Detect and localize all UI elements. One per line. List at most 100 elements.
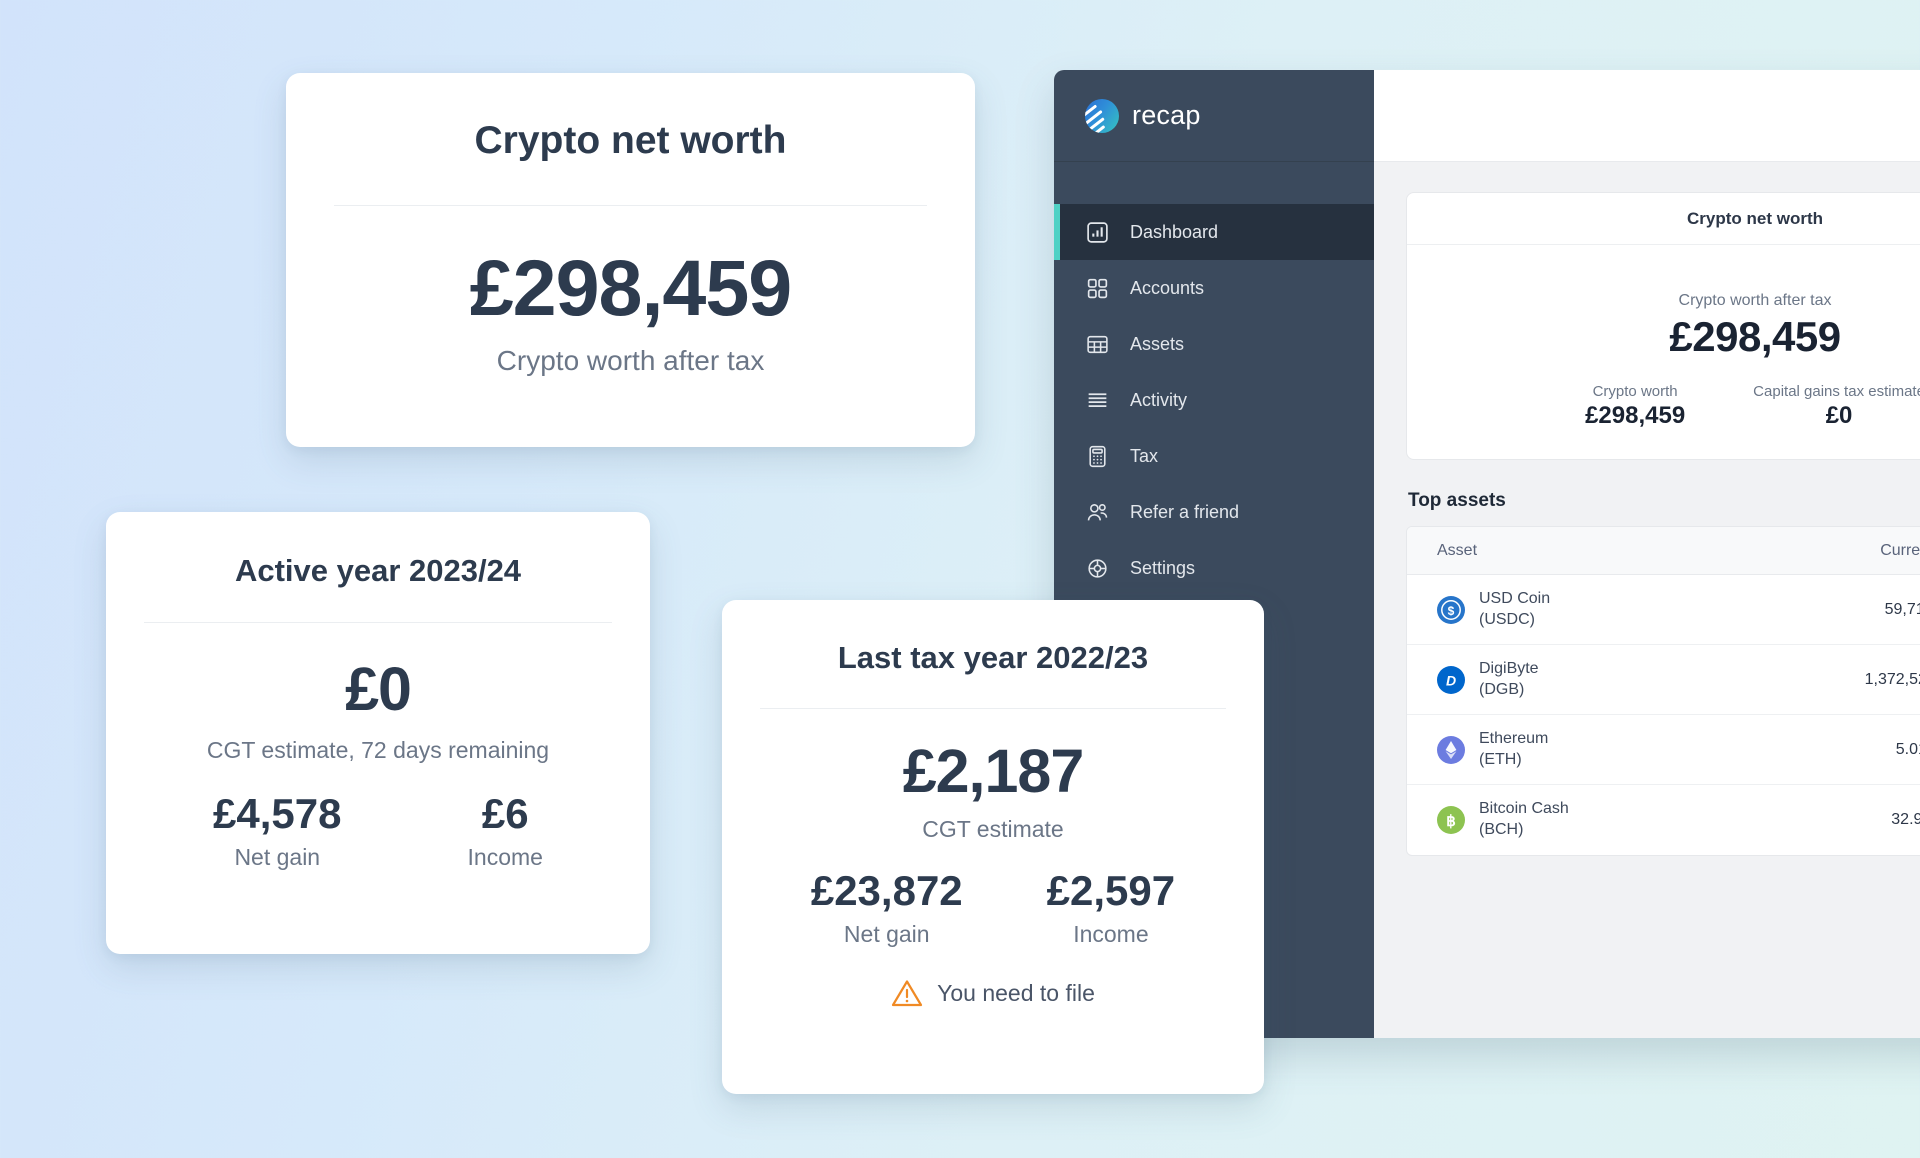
sidebar-item-label: Assets	[1130, 333, 1185, 354]
top-assets-title: Top assets	[1408, 490, 1506, 511]
asset-name: Ethereum (ETH)	[1479, 729, 1549, 768]
usdc-coin-icon: $	[1437, 595, 1465, 624]
card-title: Crypto net worth	[474, 119, 787, 162]
table-row[interactable]: D DigiByte (DGB) 1,372,527.00000000	[1407, 645, 1920, 715]
stat-capital-gains-tax: Capital gains tax estimate £0	[1753, 383, 1920, 430]
file-warning: You need to file	[722, 978, 1264, 1008]
stat-label: Income	[467, 844, 543, 870]
table-icon	[1085, 332, 1110, 357]
sidebar-item-dashboard[interactable]: Dashboard	[1054, 204, 1374, 260]
card-value: £0	[345, 655, 412, 723]
asset-name: DigiByte (DGB)	[1479, 659, 1539, 698]
stat-value: £4,578	[213, 790, 342, 837]
card-body: £0 CGT estimate, 72 days remaining £4,57…	[106, 623, 650, 871]
sidebar-item-refer-a-friend[interactable]: Refer a friend	[1054, 484, 1374, 540]
stat-value: £23,872	[810, 867, 963, 914]
svg-text:D: D	[1446, 672, 1456, 688]
sidebar-item-label: Tax	[1130, 445, 1159, 466]
stat-value: £0	[1825, 402, 1853, 429]
calculator-icon	[1085, 444, 1110, 469]
stat-income: £2,597 Income	[1047, 867, 1175, 948]
brand-name: recap	[1132, 100, 1201, 130]
balance-cell: 1,372,527.00000000	[1864, 670, 1920, 688]
asset-cell: $ USD Coin (USDC)	[1407, 589, 1773, 631]
card-title: Last tax year 2022/23	[837, 640, 1149, 675]
card-subtitle: CGT estimate	[922, 816, 1064, 842]
sidebar-item-settings[interactable]: Settings	[1054, 540, 1374, 596]
card-stats: £23,872 Net gain £2,597 Income	[722, 867, 1264, 948]
floating-card-crypto-net-worth: Crypto net worth £298,459 Crypto worth a…	[286, 73, 975, 447]
stat-net-gain: £23,872 Net gain	[811, 867, 963, 948]
card-subtitle: Crypto worth after tax	[496, 345, 765, 376]
stat-label: Net gain	[843, 921, 930, 947]
table-row[interactable]: Ethereum (ETH) 5.01767078	[1407, 715, 1920, 785]
asset-cell: D DigiByte (DGB)	[1407, 659, 1773, 701]
card-stats: £4,578 Net gain £6 Income	[106, 790, 650, 871]
asset-cell: Ethereum (ETH)	[1407, 729, 1773, 771]
digibyte-coin-icon: D	[1437, 665, 1465, 694]
sidebar-item-label: Accounts	[1130, 277, 1205, 298]
column-header-current-balance: Current Balance	[1880, 541, 1920, 559]
svg-text:$: $	[1448, 604, 1455, 618]
ethereum-coin-icon	[1437, 735, 1465, 764]
gear-icon	[1085, 556, 1110, 581]
card-value: £2,187	[902, 737, 1085, 805]
asset-cell: ฿ Bitcoin Cash (BCH)	[1407, 799, 1773, 841]
panel-title: Crypto net worth	[1687, 208, 1823, 228]
stat-value: £6	[481, 790, 529, 837]
balance-cell: 59,717.940537	[1884, 600, 1920, 618]
content-area: Crypto net worth Crypto worth after tax	[1374, 70, 1920, 1038]
brand-logo[interactable]: recap	[1054, 70, 1374, 162]
panel-header: Crypto net worth	[1407, 193, 1920, 245]
warning-text: You need to file	[937, 979, 1095, 1006]
crypto-net-worth-panel: Crypto net worth Crypto worth after tax	[1406, 192, 1920, 460]
panel-stats: Crypto worth £298,459 Capital gains tax …	[1407, 383, 1920, 430]
stat-label: Net gain	[234, 844, 321, 870]
card-title: Active year 2023/24	[234, 553, 522, 588]
stat-label: Capital gains tax estimate	[1753, 383, 1920, 400]
balance-cell: 32.96300000	[1891, 811, 1920, 828]
stat-value: £2,597	[1046, 867, 1176, 914]
card-value: £298,459	[469, 243, 793, 332]
card-body: £298,459 Crypto worth after tax	[286, 206, 975, 377]
sidebar-item-label: Dashboard	[1130, 221, 1219, 242]
sidebar-item-label: Settings	[1130, 557, 1196, 578]
list-lines-icon	[1085, 388, 1110, 413]
floating-card-active-year: Active year 2023/24 £0 CGT estimate, 72 …	[106, 512, 650, 954]
floating-card-last-tax-year: Last tax year 2022/23 £2,187 CGT estimat…	[722, 600, 1264, 1094]
stat-value: £298,459	[1585, 402, 1686, 429]
stat-income: £6 Income	[468, 790, 543, 871]
sidebar-item-accounts[interactable]: Accounts	[1054, 260, 1374, 316]
table-row[interactable]: ฿ Bitcoin Cash (BCH) 32.96300000	[1407, 785, 1920, 855]
sidebar-item-tax[interactable]: Tax	[1054, 428, 1374, 484]
stat-net-gain: £4,578 Net gain	[213, 790, 341, 871]
after-tax-value: £298,459	[1669, 313, 1841, 360]
content-topbar	[1374, 70, 1920, 162]
sidebar-item-assets[interactable]: Assets	[1054, 316, 1374, 372]
sidebar-item-label: Refer a friend	[1130, 501, 1240, 522]
svg-text:฿: ฿	[1446, 813, 1456, 830]
table-row[interactable]: $ USD Coin (USDC) 59,717.940537	[1407, 575, 1920, 645]
recap-logo-icon	[1085, 98, 1119, 133]
panel-body: Crypto worth after tax £298,459 Crypto w…	[1407, 245, 1920, 430]
users-icon	[1085, 500, 1110, 525]
top-assets-table: Asset Current Balance $ USD Coin (USDC)	[1406, 526, 1920, 856]
sidebar-item-activity[interactable]: Activity	[1054, 372, 1374, 428]
warning-triangle-icon	[891, 978, 923, 1008]
table-header-row: Asset Current Balance	[1407, 527, 1920, 575]
card-subtitle: CGT estimate, 72 days remaining	[206, 737, 550, 763]
sidebar-item-label: Activity	[1130, 389, 1188, 410]
stat-label: Crypto worth	[1592, 383, 1678, 400]
content-body: Crypto net worth Crypto worth after tax	[1374, 162, 1920, 856]
stat-label: Income	[1073, 921, 1149, 947]
asset-name: USD Coin (USDC)	[1479, 589, 1551, 628]
column-header-asset: Asset	[1437, 541, 1478, 559]
balance-cell: 5.01767078	[1895, 740, 1920, 758]
chart-bar-icon	[1085, 220, 1110, 245]
bitcoin-cash-coin-icon: ฿	[1437, 806, 1465, 834]
stat-crypto-worth: Crypto worth £298,459	[1585, 383, 1685, 430]
card-body: £2,187 CGT estimate £23,872 Net gain £2,…	[722, 709, 1264, 1008]
after-tax-label: Crypto worth after tax	[1678, 292, 1832, 309]
grid-icon	[1085, 276, 1110, 301]
